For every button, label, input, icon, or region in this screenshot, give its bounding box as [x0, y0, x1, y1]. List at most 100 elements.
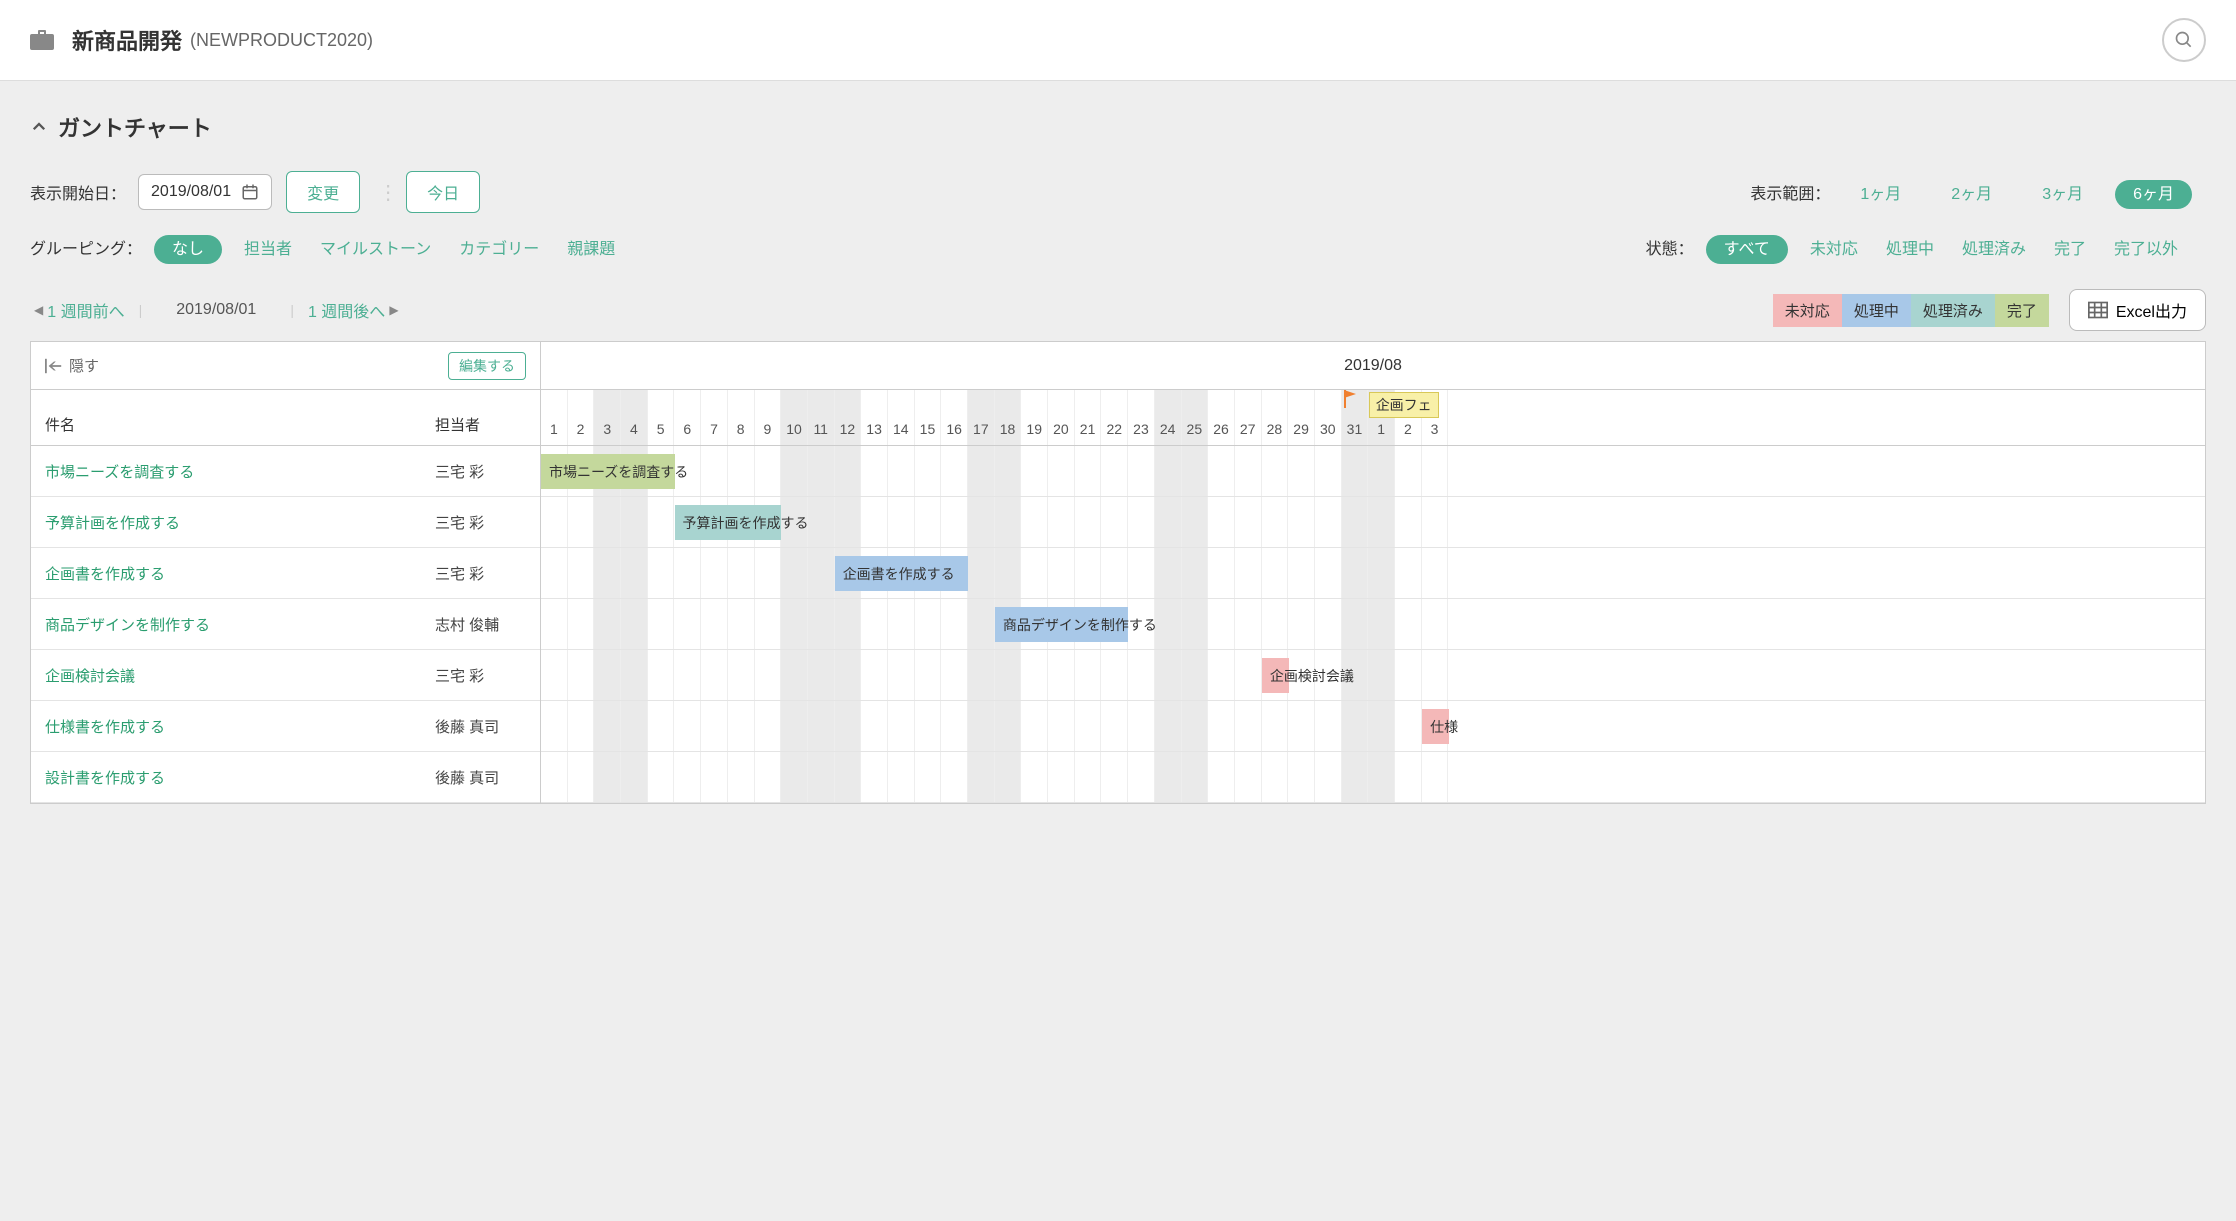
task-link[interactable]: 商品デザインを制作する: [45, 614, 435, 635]
table-row: 仕様書を作成する後藤 真司: [31, 701, 540, 752]
month-header: 2019/08: [541, 342, 2205, 390]
search-icon: [2174, 30, 2194, 50]
hide-btn-label: 隠す: [69, 355, 99, 376]
chevron-up-icon: [30, 118, 48, 136]
day-header: 19: [1021, 390, 1048, 445]
day-header: 6: [674, 390, 701, 445]
day-header: 15: [915, 390, 942, 445]
day-header: 28: [1262, 390, 1289, 445]
change-button[interactable]: 変更: [286, 171, 360, 213]
column-assignee: 担当者: [435, 414, 480, 435]
day-header: 8: [728, 390, 755, 445]
gantt-row: 企画検討会議: [541, 650, 2205, 701]
grouping-option-0[interactable]: なし: [154, 235, 222, 264]
milestone-marker[interactable]: [1344, 390, 1358, 411]
start-date-input[interactable]: 2019/08/01: [138, 174, 272, 210]
grouping-option-1[interactable]: 担当者: [244, 241, 292, 258]
day-header: 2: [568, 390, 595, 445]
legend-processed: 処理済み: [1911, 294, 1995, 327]
range-option-1[interactable]: 2ヶ月: [1933, 180, 2010, 209]
task-assignee: 三宅 彩: [435, 563, 484, 584]
gantt-bar[interactable]: 仕様: [1422, 709, 1449, 744]
day-header: 10: [781, 390, 808, 445]
day-header: 5: [648, 390, 675, 445]
gantt-row: 仕様: [541, 701, 2205, 752]
grouping-label: グルーピング：: [30, 235, 142, 259]
task-assignee: 三宅 彩: [435, 665, 484, 686]
edit-button[interactable]: 編集する: [448, 352, 526, 380]
task-assignee: 志村 俊輔: [435, 614, 499, 635]
next-arrow-icon: ▶: [389, 303, 398, 317]
start-date-label: 表示開始日：: [30, 180, 126, 204]
range-label: 表示範囲：: [1750, 180, 1830, 204]
gantt-bar[interactable]: 企画書を作成する: [835, 556, 969, 591]
day-header: 30: [1315, 390, 1342, 445]
task-assignee: 後藤 真司: [435, 716, 499, 737]
day-header: 23: [1128, 390, 1155, 445]
range-option-0[interactable]: 1ヶ月: [1842, 180, 1919, 209]
day-header: 29: [1288, 390, 1315, 445]
table-row: 設計書を作成する後藤 真司: [31, 752, 540, 803]
day-header: 9: [755, 390, 782, 445]
task-link[interactable]: 仕様書を作成する: [45, 716, 435, 737]
table-row: 企画書を作成する三宅 彩: [31, 548, 540, 599]
task-link[interactable]: 企画書を作成する: [45, 563, 435, 584]
status-option-1[interactable]: 未対応: [1810, 241, 1858, 258]
day-header: 20: [1048, 390, 1075, 445]
gantt-bar[interactable]: 企画検討会議: [1262, 658, 1289, 693]
status-label: 状態：: [1646, 235, 1694, 259]
day-header: 26: [1208, 390, 1235, 445]
legend-in-progress: 処理中: [1842, 294, 1911, 327]
hide-columns-button[interactable]: 隠す: [45, 355, 99, 376]
gantt-bar[interactable]: 予算計画を作成する: [675, 505, 782, 540]
day-header: 4: [621, 390, 648, 445]
grouping-option-2[interactable]: マイルストーン: [320, 241, 431, 258]
day-header: 21: [1075, 390, 1102, 445]
day-header: 18: [995, 390, 1022, 445]
prev-arrow-icon: ◀: [34, 303, 43, 317]
day-header: 16: [941, 390, 968, 445]
task-link[interactable]: 企画検討会議: [45, 665, 435, 686]
day-header: 13: [861, 390, 888, 445]
task-assignee: 後藤 真司: [435, 767, 499, 788]
gantt-row: 企画書を作成する: [541, 548, 2205, 599]
day-header: 1: [541, 390, 568, 445]
day-header: 12: [835, 390, 862, 445]
today-button[interactable]: 今日: [406, 171, 480, 213]
status-option-5[interactable]: 完了以外: [2114, 241, 2178, 258]
range-option-3[interactable]: 6ヶ月: [2115, 180, 2192, 209]
prev-week-link[interactable]: 1 週間前へ: [47, 298, 124, 322]
task-link[interactable]: 設計書を作成する: [45, 767, 435, 788]
gantt-bar[interactable]: 商品デザインを制作する: [995, 607, 1129, 642]
section-toggle[interactable]: ガントチャート: [30, 111, 2206, 143]
gantt-bar[interactable]: 市場ニーズを調査する: [541, 454, 675, 489]
status-option-4[interactable]: 完了: [2054, 241, 2086, 258]
status-option-3[interactable]: 処理済み: [1962, 241, 2026, 258]
status-option-0[interactable]: すべて: [1706, 235, 1788, 264]
divider: ⋮: [378, 180, 398, 205]
gantt-row: 予算計画を作成する: [541, 497, 2205, 548]
task-assignee: 三宅 彩: [435, 461, 484, 482]
legend-not-started: 未対応: [1773, 294, 1842, 327]
table-row: 予算計画を作成する三宅 彩: [31, 497, 540, 548]
day-header: 11: [808, 390, 835, 445]
range-option-2[interactable]: 3ヶ月: [2024, 180, 2101, 209]
gantt-row: [541, 752, 2205, 803]
search-button[interactable]: [2162, 18, 2206, 62]
task-link[interactable]: 予算計画を作成する: [45, 512, 435, 533]
next-week-link[interactable]: 1 週間後へ: [308, 298, 385, 322]
gantt-row: 商品デザインを制作する: [541, 599, 2205, 650]
project-title: 新商品開発: [72, 24, 182, 56]
task-link[interactable]: 市場ニーズを調査する: [45, 461, 435, 482]
milestone-label[interactable]: 企画フェ: [1369, 392, 1439, 418]
task-assignee: 三宅 彩: [435, 512, 484, 533]
grouping-option-4[interactable]: 親課題: [567, 241, 615, 258]
legend-done: 完了: [1995, 294, 2049, 327]
day-header: 25: [1182, 390, 1209, 445]
excel-export-button[interactable]: Excel出力: [2069, 289, 2206, 331]
day-header: 24: [1155, 390, 1182, 445]
project-key: (NEWPRODUCT2020): [190, 30, 373, 51]
grouping-option-3[interactable]: カテゴリー: [459, 241, 539, 258]
status-option-2[interactable]: 処理中: [1886, 241, 1934, 258]
start-date-value: 2019/08/01: [151, 183, 231, 201]
